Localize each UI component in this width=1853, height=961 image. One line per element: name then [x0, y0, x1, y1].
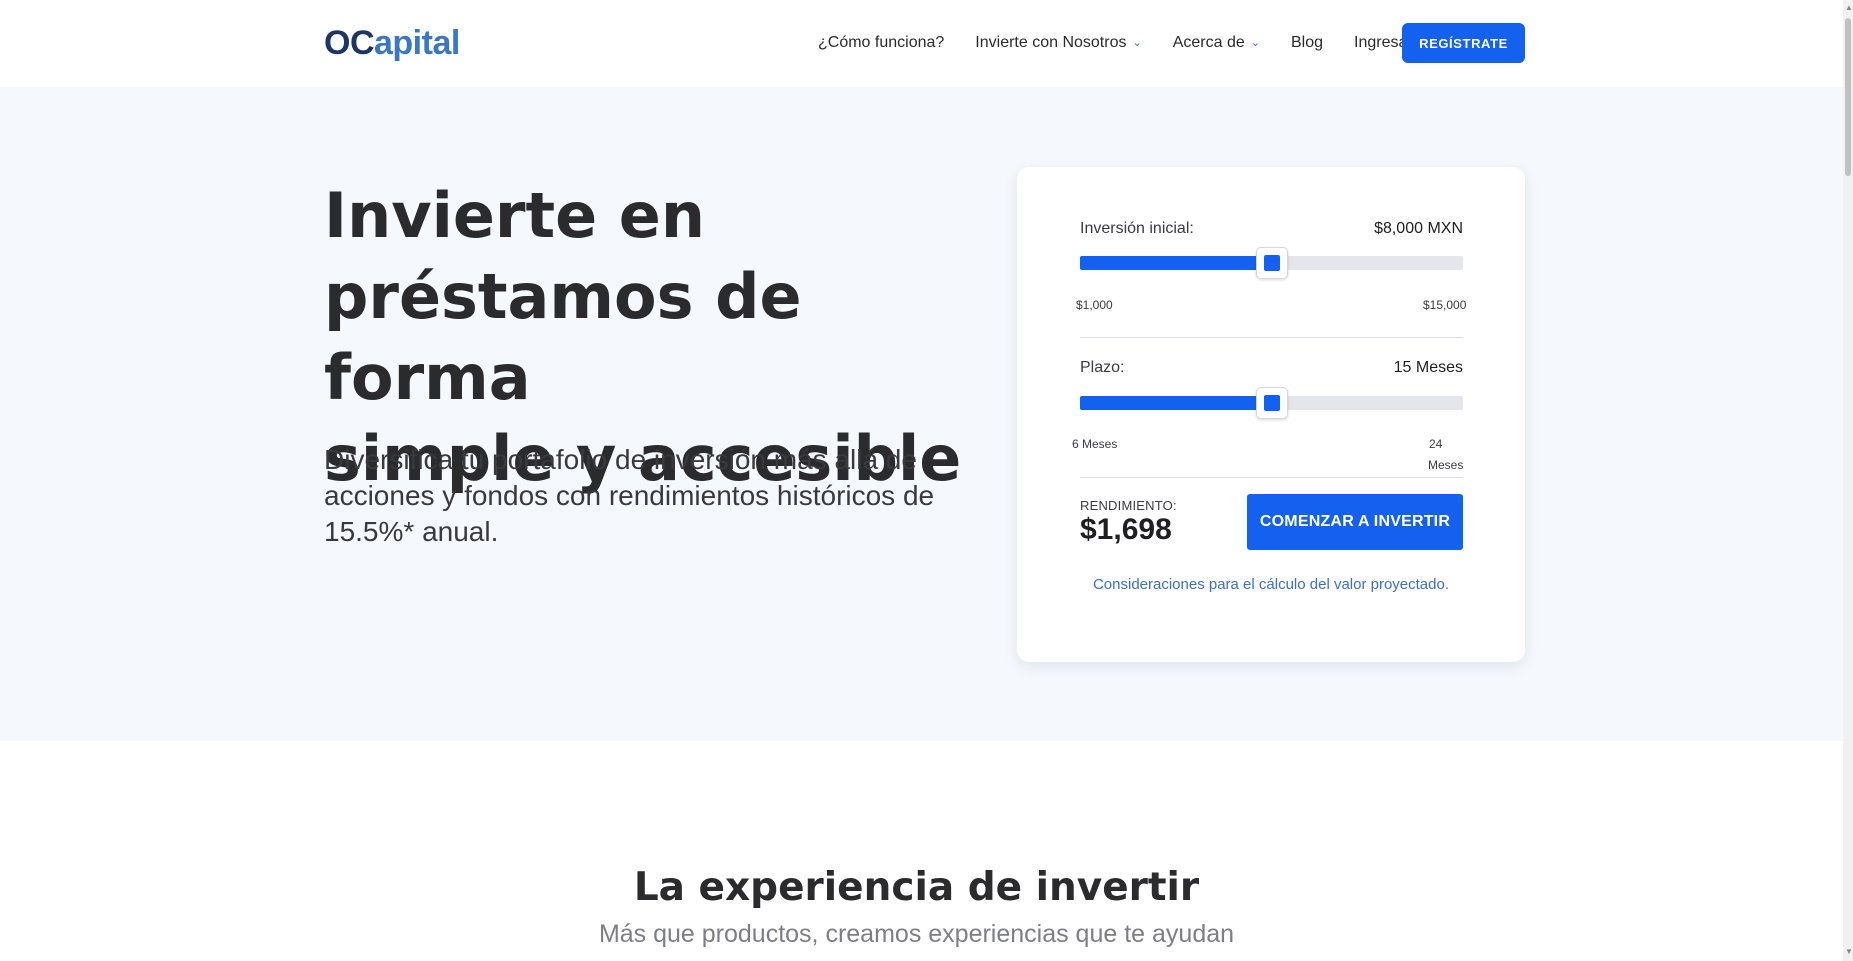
divider — [1080, 477, 1463, 478]
nav-link-blog[interactable]: Blog — [1291, 34, 1323, 52]
term-label: Plazo: — [1080, 359, 1125, 376]
ocapital-logo[interactable]: OC apital — [324, 22, 460, 64]
scroll-up-arrow-icon[interactable]: ▲ — [1845, 4, 1853, 12]
investment-max-label: $15,000 — [1423, 298, 1467, 312]
hero-title-line: Invierte en — [324, 179, 705, 252]
nav-link-como-funciona[interactable]: ¿Cómo funciona? — [818, 34, 944, 52]
chevron-down-icon: ⌄ — [1132, 36, 1142, 49]
investment-slider[interactable] — [1080, 247, 1463, 279]
scrollbar-thumb[interactable] — [1845, 18, 1851, 176]
investment-value: $8,000 MXN — [1374, 220, 1463, 237]
start-investing-button[interactable]: COMENZAR A INVERTIR — [1247, 494, 1463, 550]
investment-slider-fill — [1080, 256, 1272, 270]
hero-title-line: préstamos de forma — [324, 260, 802, 414]
top-navbar: OC apital ¿Cómo funciona? Invierte con No… — [0, 0, 1843, 87]
investment-label: Inversión inicial: — [1080, 220, 1194, 237]
page-scrollbar[interactable]: ▲ ▼ — [1843, 0, 1853, 961]
term-value: 15 Meses — [1393, 359, 1463, 376]
logo-word: apital — [374, 23, 460, 62]
investment-min-label: $1,000 — [1076, 298, 1113, 312]
scroll-down-arrow-icon[interactable]: ▼ — [1845, 948, 1853, 956]
term-max-label-unit: Meses — [1428, 458, 1464, 472]
term-row: Plazo: 15 Meses — [1080, 359, 1463, 377]
investment-row: Inversión inicial: $8,000 MXN — [1080, 220, 1463, 238]
nav-link-acerca-de[interactable]: Acerca de ⌄ — [1173, 34, 1260, 52]
considerations-link[interactable]: Consideraciones para el cálculo del valo… — [1017, 576, 1525, 593]
investment-slider-handle[interactable] — [1255, 247, 1288, 279]
return-label: RENDIMIENTO: — [1080, 498, 1177, 513]
nav-link-label: Blog — [1290, 34, 1323, 51]
term-slider-handle[interactable] — [1255, 387, 1288, 419]
experience-section-subtitle: Más que productos, creamos experiencias … — [598, 920, 1235, 948]
nav-link-label: Invierte con Nosotros — [975, 34, 1127, 51]
hero-subtitle: Diversifica tu portafolio de inversión m… — [324, 444, 935, 547]
chevron-down-icon: ⌄ — [1250, 36, 1260, 49]
investment-calculator-card: Inversión inicial: $8,000 MXN $1,000 $15… — [1017, 167, 1525, 662]
divider — [1080, 337, 1463, 338]
register-button[interactable]: REGÍSTRATE — [1402, 23, 1525, 63]
term-slider-fill — [1080, 396, 1272, 410]
return-value: $1,698 — [1080, 513, 1172, 546]
term-slider[interactable] — [1080, 387, 1463, 419]
logo-mark: OC — [324, 23, 375, 62]
nav-link-label: Acerca de — [1172, 34, 1245, 51]
term-min-label: 6 Meses — [1072, 437, 1118, 451]
nav-link-label: ¿Cómo funciona? — [818, 34, 945, 51]
main-nav: ¿Cómo funciona? Invierte con Nosotros ⌄ … — [818, 22, 1444, 64]
nav-link-invierte[interactable]: Invierte con Nosotros ⌄ — [975, 34, 1141, 52]
experience-section-title: La experiencia de invertir — [633, 865, 1200, 910]
term-max-label-number: 24 — [1429, 437, 1443, 451]
hero-section: Invierte en préstamos de forma simple y … — [0, 87, 1843, 741]
